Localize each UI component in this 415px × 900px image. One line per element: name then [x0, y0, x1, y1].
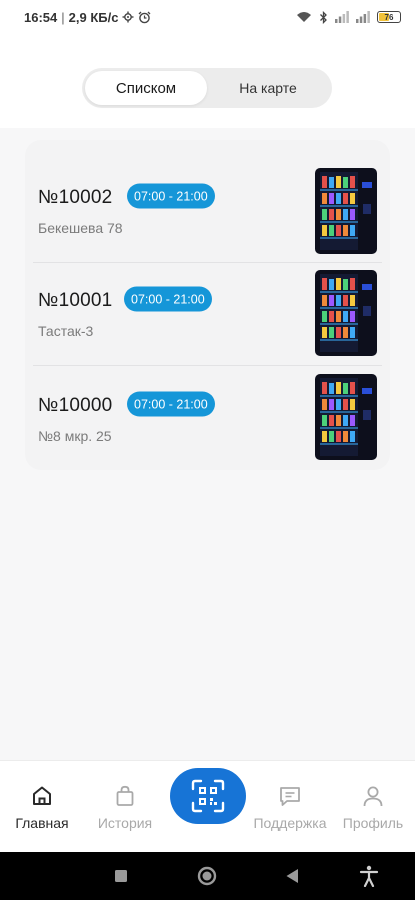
opening-hours-badge: 07:00 - 21:00 — [127, 183, 215, 209]
machines-list: №10002 07:00 - 21:00 Бекешева 78 №10001 … — [25, 140, 390, 470]
qr-scan-icon — [191, 779, 225, 813]
chat-icon — [280, 787, 300, 806]
machine-list-item[interactable]: №10002 07:00 - 21:00 Бекешева 78 — [25, 150, 390, 254]
system-navigation-bar — [0, 852, 415, 900]
nav-history-label: История — [97, 815, 153, 831]
nav-profile[interactable]: Профиль — [340, 761, 406, 853]
tab-map-view[interactable]: На карте — [207, 71, 329, 105]
nav-support[interactable]: Поддержка — [250, 761, 330, 853]
status-right: 76 — [296, 10, 401, 24]
machine-address: №8 мкр. 25 — [38, 428, 112, 444]
back-triangle-icon[interactable] — [285, 868, 299, 884]
status-time: 16:54 — [24, 9, 58, 25]
signal-icon — [335, 11, 349, 23]
bottom-navigation: Главная История Поддержка Профиль — [0, 760, 415, 852]
nav-history[interactable]: История — [92, 761, 158, 853]
machine-list-item[interactable]: №10001 07:00 - 21:00 Тастак-3 — [25, 253, 390, 356]
wifi-icon — [297, 12, 311, 22]
vending-machine-image — [315, 270, 377, 356]
opening-hours-badge: 07:00 - 21:00 — [127, 391, 215, 417]
recents-square-icon[interactable] — [114, 869, 128, 883]
signal-icon — [356, 11, 370, 23]
machine-address: Бекешева 78 — [38, 220, 123, 236]
nav-profile-label: Профиль — [342, 815, 404, 831]
battery-level: 76 — [384, 12, 394, 22]
machine-number: №10002 — [38, 187, 113, 208]
alarm-icon — [138, 11, 151, 23]
status-separator: | — [61, 9, 65, 25]
qr-scan-button[interactable] — [170, 768, 246, 824]
tab-list-view[interactable]: Списком — [85, 71, 207, 105]
settings-gear-icon — [122, 11, 134, 23]
network-speed: 2,9 КБ/с — [68, 9, 119, 25]
user-icon — [363, 786, 383, 807]
opening-hours-badge: 07:00 - 21:00 — [124, 286, 212, 312]
home-icon — [33, 786, 51, 805]
vending-machine-image — [315, 374, 377, 460]
bluetooth-icon — [320, 10, 327, 24]
accessibility-icon[interactable] — [359, 865, 379, 887]
view-toggle: Списком На карте — [82, 68, 332, 108]
machine-list-item[interactable]: №10000 07:00 - 21:00 №8 мкр. 25 — [25, 358, 390, 460]
battery-icon: 76 — [377, 11, 401, 23]
status-bar: 16:54 | 2,9 КБ/с 76 — [0, 0, 415, 34]
nav-home[interactable]: Главная — [10, 761, 74, 853]
nav-support-label: Поддержка — [253, 815, 327, 831]
vending-machine-image — [315, 168, 377, 254]
shopping-bag-icon — [116, 785, 134, 806]
status-left: 16:54 | 2,9 КБ/с — [24, 10, 151, 25]
machine-number: №10001 — [38, 290, 113, 311]
home-circle-icon[interactable] — [197, 866, 217, 886]
machine-number: №10000 — [38, 395, 113, 416]
nav-home-label: Главная — [15, 815, 69, 831]
machine-address: Тастак-3 — [38, 323, 94, 339]
